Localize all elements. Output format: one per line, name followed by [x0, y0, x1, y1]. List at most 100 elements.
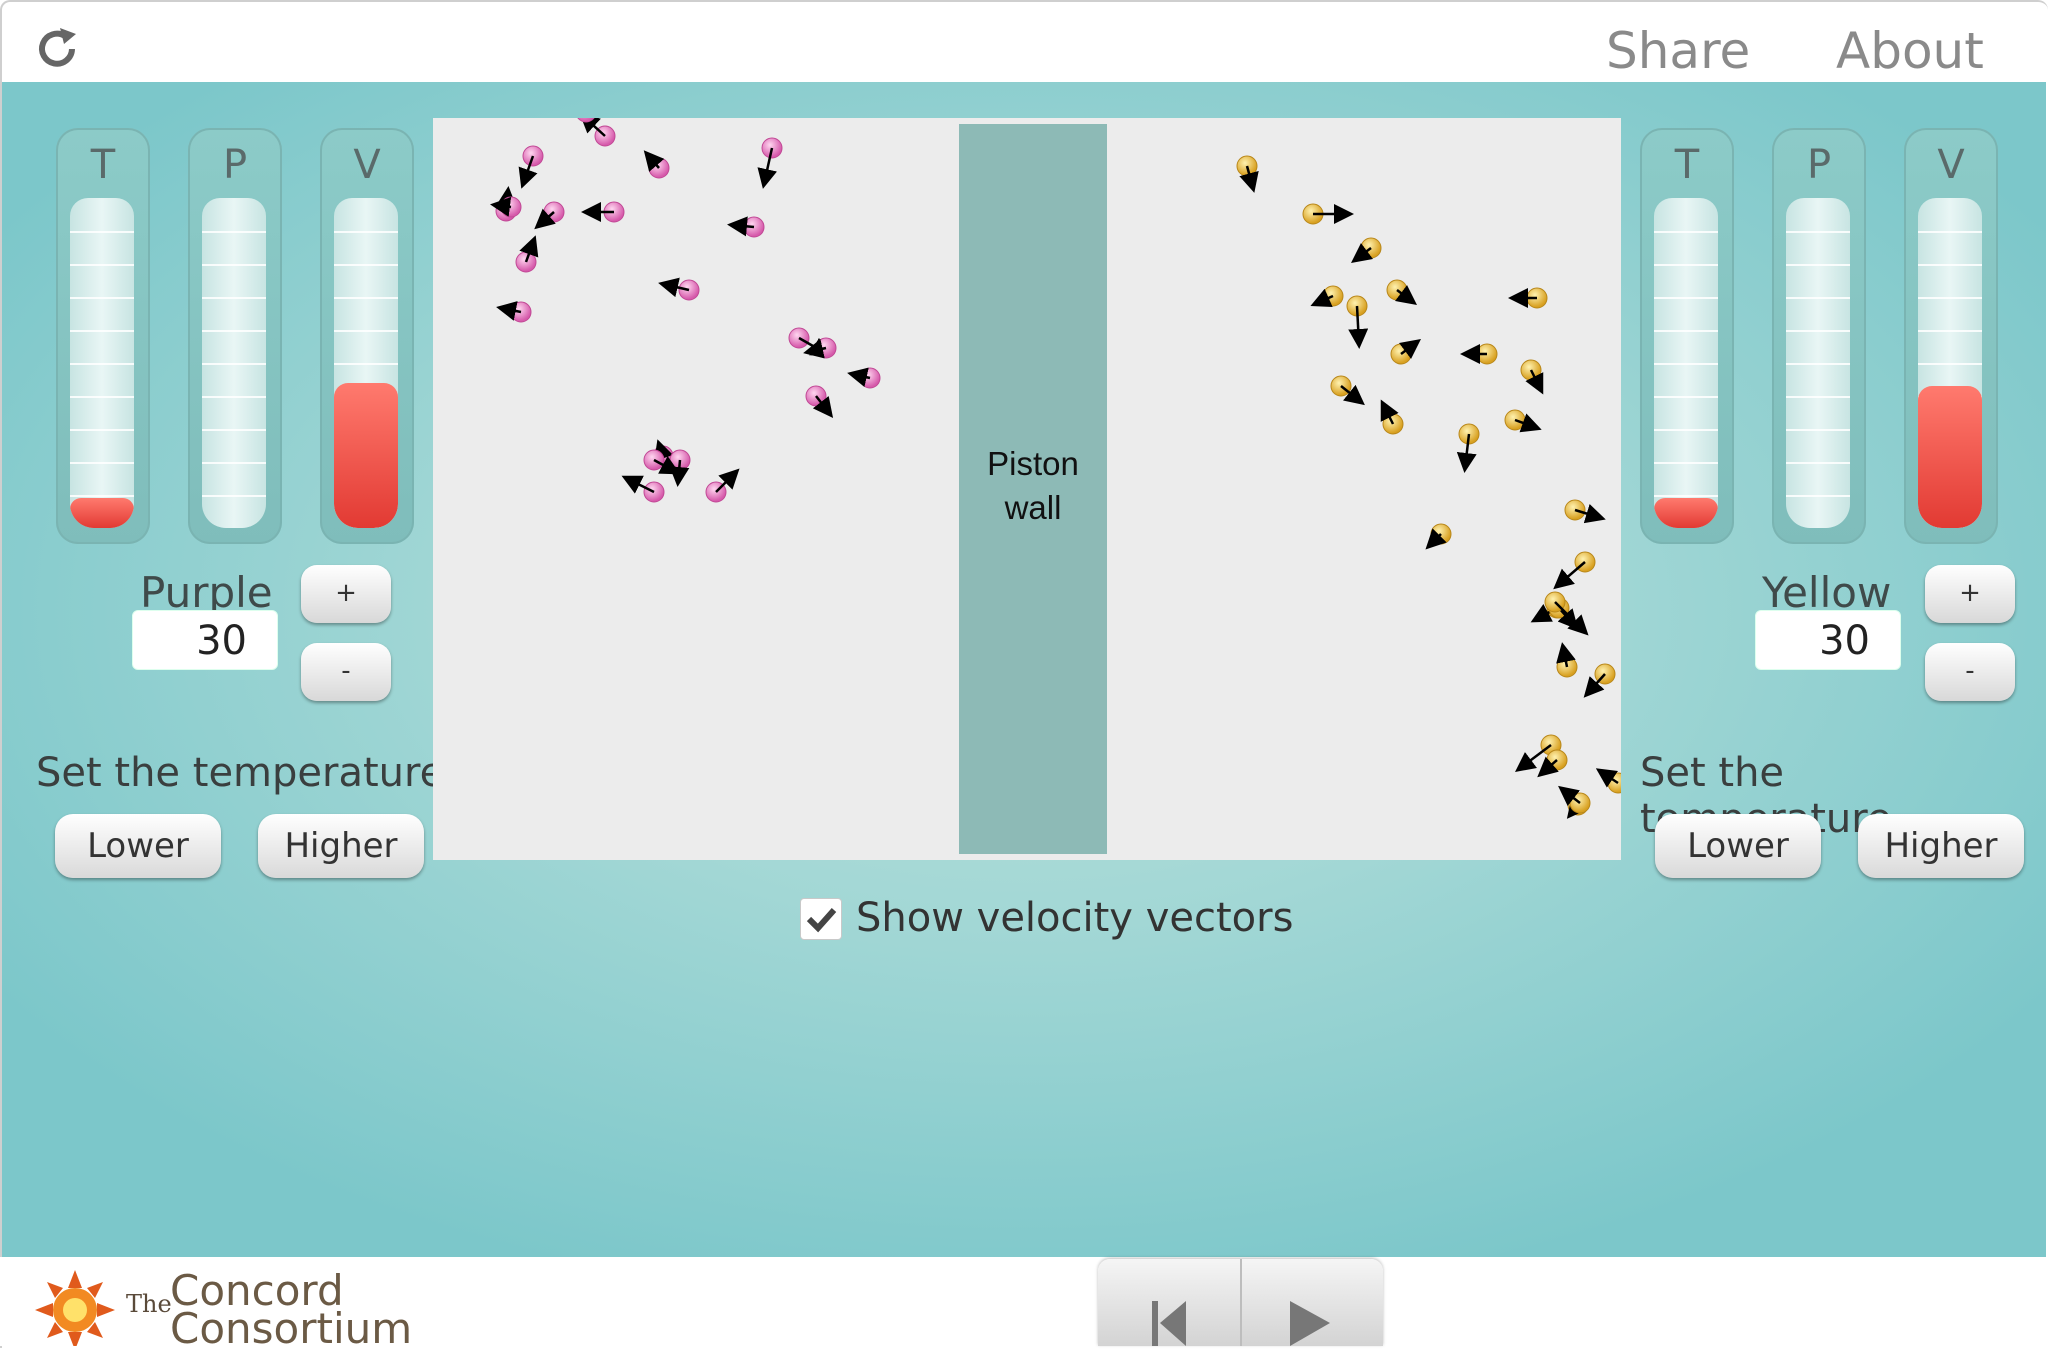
gauge-tick — [334, 363, 398, 365]
left-gauge-fill-v — [334, 383, 398, 528]
right-gauge-v: V — [1904, 128, 1998, 544]
yellow-count-field[interactable]: 30 — [1755, 610, 1901, 670]
yellow-minus-button[interactable]: - — [1925, 643, 2015, 701]
gauge-tick — [1786, 330, 1850, 332]
purple-minus-button[interactable]: - — [301, 643, 391, 701]
gauge-tick — [1918, 330, 1982, 332]
velocity-vector — [1553, 561, 1586, 590]
gauge-tick — [70, 396, 134, 398]
gauge-tick — [70, 462, 134, 464]
yellow-plus-button[interactable]: + — [1925, 565, 2015, 623]
share-link[interactable]: Share — [1606, 22, 1750, 80]
simulation-canvas[interactable]: Piston wall — [433, 118, 1621, 860]
right-gauge-tube-t — [1654, 198, 1718, 528]
left-gauge-tube-t — [70, 198, 134, 528]
left-gauge-label-v: V — [353, 142, 381, 188]
right-gauge-label-p: P — [1806, 142, 1832, 188]
gauge-tick — [1654, 264, 1718, 266]
right-gauge-fill-v — [1918, 386, 1982, 528]
gauge-tick — [1786, 462, 1850, 464]
piston-label-line1: Piston — [987, 445, 1079, 482]
yellow-molecule — [1607, 772, 1621, 794]
gauge-tick — [1918, 297, 1982, 299]
purple-higher-button[interactable]: Higher — [258, 814, 424, 878]
gauge-tick — [1654, 462, 1718, 464]
purple-plus-button[interactable]: + — [301, 565, 391, 623]
reload-icon[interactable] — [32, 24, 82, 74]
piston-wall-label: Piston wall — [959, 442, 1107, 530]
logo-name-line2: Consortium — [170, 1304, 413, 1353]
gauge-tick — [334, 231, 398, 233]
left-gauge-tube-p — [202, 198, 266, 528]
gauge-tick — [70, 264, 134, 266]
left-gauge-label-p: P — [222, 142, 248, 188]
gauge-tick — [1654, 297, 1718, 299]
gauge-tick — [1654, 231, 1718, 233]
gauge-tick — [202, 363, 266, 365]
purple-molecule — [577, 118, 595, 123]
right-gauge-tube-v — [1918, 198, 1982, 528]
left-gauge-p: P — [188, 128, 282, 544]
left-gauge-fill-t — [70, 498, 134, 528]
gauge-tick — [1786, 429, 1850, 431]
left-gauge-t: T — [56, 128, 150, 544]
gauge-tick — [202, 264, 266, 266]
gauge-tick — [334, 264, 398, 266]
yellow-higher-button[interactable]: Higher — [1858, 814, 2024, 878]
velocity-vectors-checkbox[interactable] — [800, 898, 842, 940]
piston-label-line2: wall — [1004, 489, 1062, 526]
right-gauge-p: P — [1772, 128, 1866, 544]
about-link[interactable]: About — [1836, 22, 1984, 80]
concord-consortium-logo[interactable]: The Concord Consortium — [30, 1262, 412, 1350]
gauge-tick — [1786, 264, 1850, 266]
purple-set-temperature-label: Set the temperature — [36, 750, 445, 796]
velocity-vector — [1515, 744, 1552, 772]
gauge-tick — [202, 462, 266, 464]
check-icon — [806, 908, 837, 933]
right-gauge-fill-t — [1654, 498, 1718, 528]
gauge-tick — [1654, 363, 1718, 365]
gauge-tick — [70, 495, 134, 497]
play-icon[interactable] — [1286, 1299, 1336, 1346]
right-gauge-label-v: V — [1937, 142, 1965, 188]
top-bar: Share About — [2, 2, 2046, 82]
gauge-tick — [334, 330, 398, 332]
gauge-tick — [1918, 363, 1982, 365]
piston-wall[interactable]: Piston wall — [959, 124, 1107, 854]
gauge-tick — [1786, 231, 1850, 233]
gauge-tick — [1786, 396, 1850, 398]
left-gauge-tube-v — [334, 198, 398, 528]
gauge-tick — [1786, 297, 1850, 299]
gauge-tick — [70, 297, 134, 299]
left-gauge-label-t: T — [90, 142, 116, 188]
gauge-tick — [1654, 396, 1718, 398]
gauge-tick — [1786, 495, 1850, 497]
logo-name-text: Concord Consortium — [170, 1270, 413, 1353]
playback-divider — [1240, 1259, 1242, 1346]
gauge-tick — [202, 330, 266, 332]
playback-controls — [1098, 1259, 1383, 1346]
reset-to-start-icon[interactable] — [1146, 1299, 1196, 1346]
purple-count-field[interactable]: 30 — [132, 610, 278, 670]
concord-sun-logo-icon — [35, 1270, 115, 1350]
gauge-tick — [202, 396, 266, 398]
logo-the-text: The — [126, 1290, 172, 1318]
gauge-tick — [202, 495, 266, 497]
gauge-tick — [1918, 264, 1982, 266]
gauge-tick — [202, 231, 266, 233]
gauge-tick — [334, 297, 398, 299]
yellow-lower-button[interactable]: Lower — [1655, 814, 1821, 878]
gauge-tick — [1654, 495, 1718, 497]
gauge-tick — [70, 231, 134, 233]
purple-lower-button[interactable]: Lower — [55, 814, 221, 878]
gauge-tick — [1786, 363, 1850, 365]
right-gauge-tube-p — [1786, 198, 1850, 528]
velocity-vectors-label: Show velocity vectors — [856, 895, 1294, 941]
gauge-tick — [70, 363, 134, 365]
gauge-tick — [70, 429, 134, 431]
gauge-tick — [202, 429, 266, 431]
gauge-tick — [202, 297, 266, 299]
right-gauge-t: T — [1640, 128, 1734, 544]
gauge-tick — [1654, 429, 1718, 431]
gauge-tick — [1918, 231, 1982, 233]
